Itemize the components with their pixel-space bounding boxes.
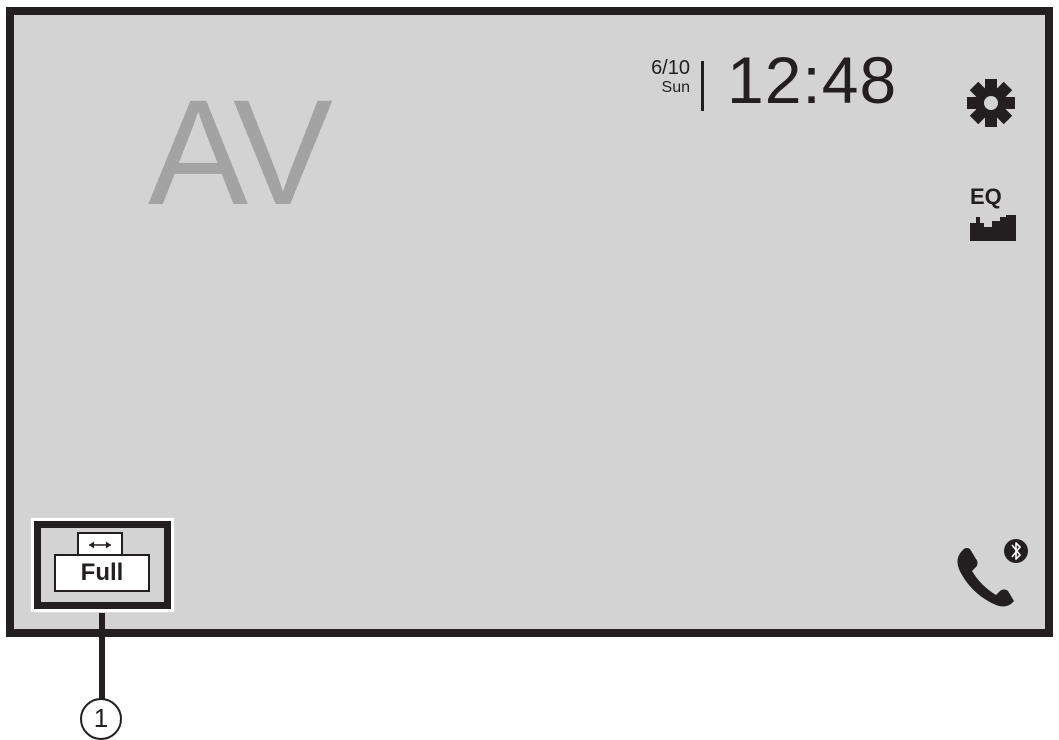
settings-button[interactable] [966, 73, 1016, 133]
source-title: AV [148, 68, 333, 236]
eq-button[interactable]: EQ [970, 185, 1016, 245]
eq-bars-icon [970, 215, 1016, 241]
horizontal-arrows-icon [89, 541, 111, 549]
full-screen-tab [77, 532, 123, 554]
date-display: 6/10 Sun [626, 57, 690, 97]
phone-button[interactable] [954, 535, 1034, 615]
date-label: 6/10 [651, 57, 690, 79]
clock-time: 12:48 [727, 43, 898, 117]
clock-divider [701, 61, 704, 111]
callout-leader-line [99, 613, 105, 700]
callout-number: 1 [80, 698, 122, 740]
eq-label: EQ [970, 184, 1002, 209]
full-screen-body: Full [54, 554, 150, 592]
full-screen-label: Full [80, 559, 124, 586]
page: AV 6/10 Sun 12:48 EQ Full 1 [0, 0, 1059, 740]
full-screen-button[interactable]: Full [48, 532, 156, 596]
gear-icon [967, 79, 1015, 127]
day-label: Sun [661, 79, 690, 96]
phone-bluetooth-icon [957, 539, 1028, 607]
